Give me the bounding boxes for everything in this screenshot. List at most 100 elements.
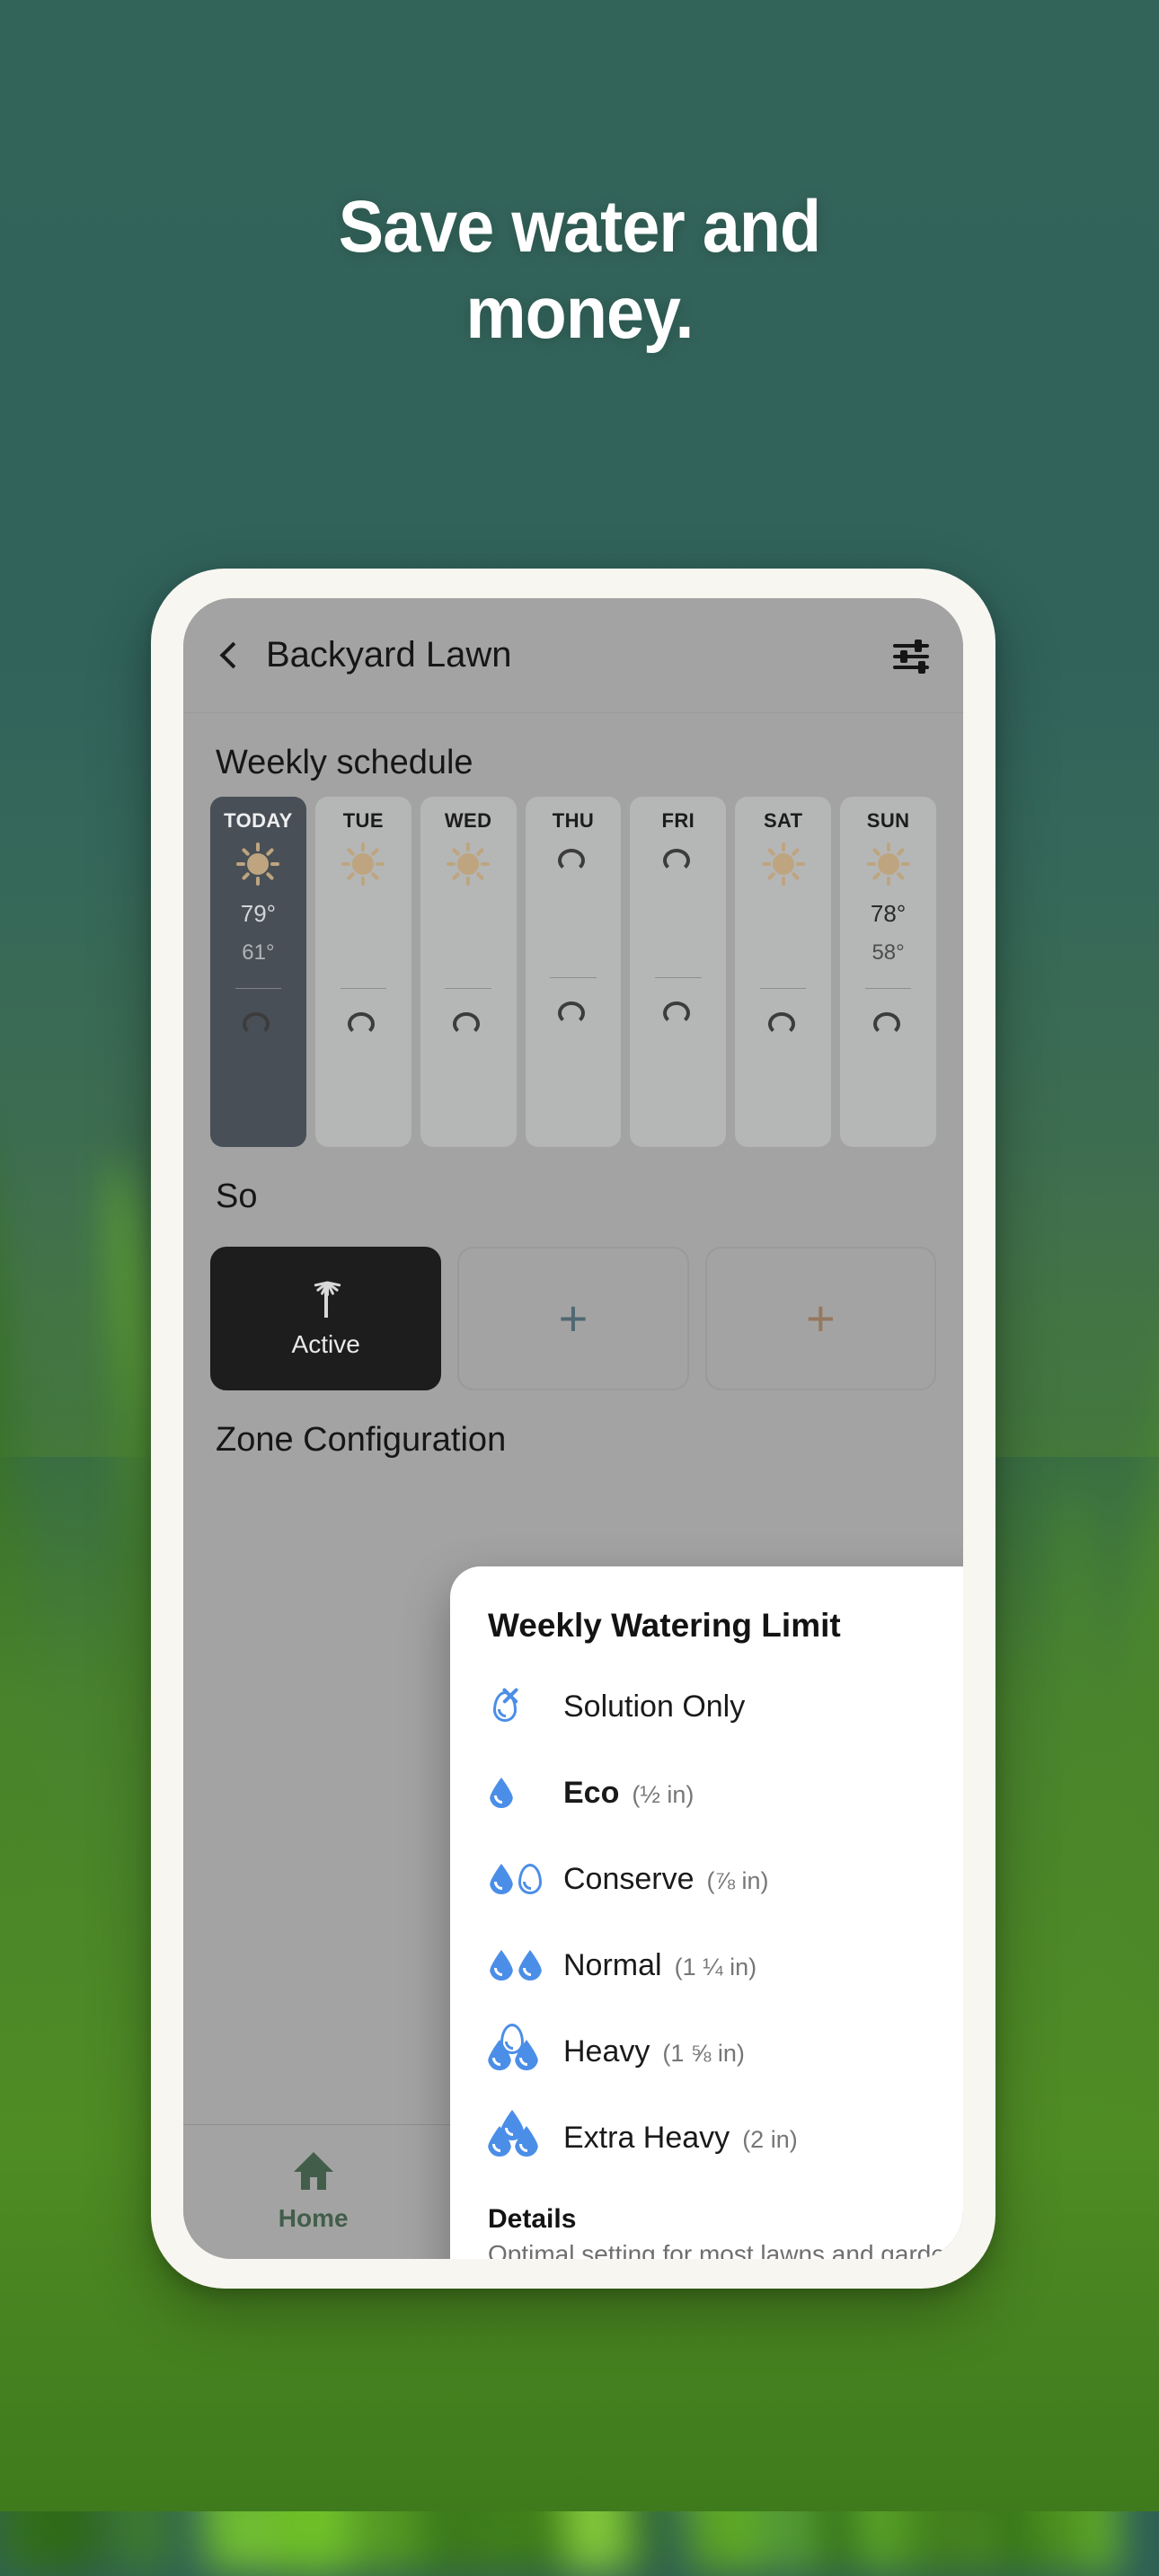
droplet-filled-icon [490, 1864, 513, 1894]
option-text: Extra Heavy (2 in) [563, 2121, 963, 2156]
option-name: Eco [563, 1776, 619, 1811]
nav-item-label: Home [279, 2204, 349, 2233]
day-chip-temps [570, 885, 576, 959]
droplet-icon-group [488, 1851, 556, 1907]
cloud-icon [658, 843, 699, 874]
option-name: Normal [563, 1948, 662, 1983]
details-title: Details [488, 2204, 963, 2235]
day-chip-temps [675, 885, 681, 959]
soil-section-title: So [183, 1147, 963, 1231]
zone-card-row[interactable]: Active + + [183, 1231, 963, 1390]
app-header: Backyard Lawn [183, 598, 963, 713]
droplet-filled-icon [518, 1950, 542, 1981]
watering-limit-option-list[interactable]: Solution Only Eco (½ in) Conserve (⅞ in) Norm… [450, 1654, 963, 2184]
day-chip-row[interactable]: TODAY 79° 61° TUE WED THU FRI SAT SUN 78° 58° [183, 797, 963, 1147]
droplet-icon-group [488, 2024, 556, 2079]
day-chip-label: TODAY [224, 809, 293, 833]
cloud-icon [553, 996, 594, 1027]
day-chip-divider [760, 988, 806, 989]
droplet-filled-icon [515, 2126, 538, 2157]
weekly-schedule-title: Weekly schedule [183, 713, 963, 797]
option-name: Heavy [563, 2034, 650, 2069]
zone-card-label: Active [292, 1330, 360, 1359]
dialog-header: Weekly Watering Limit [450, 1566, 963, 1654]
zone-card-active[interactable]: Active [210, 1247, 441, 1390]
droplet-icon-group [488, 1679, 556, 1734]
day-chip-sun[interactable]: SUN 78° 58° [840, 797, 936, 1147]
droplet-filled-icon [488, 2126, 511, 2157]
day-chip-label: WED [445, 809, 492, 833]
home-icon [294, 2152, 333, 2190]
day-chip-fri[interactable]: FRI [630, 797, 726, 1147]
option-name: Extra Heavy [563, 2121, 730, 2156]
day-chip-divider [655, 977, 701, 978]
option-eco[interactable]: Eco (½ in) [450, 1750, 963, 1836]
option-amount: (1 ¼ in) [675, 1954, 757, 1981]
day-chip-temps [465, 895, 472, 970]
day-chip-today[interactable]: TODAY 79° 61° [210, 797, 306, 1147]
option-heavy[interactable]: Heavy (1 ⅝ in) [450, 2008, 963, 2095]
cloud-icon [658, 996, 699, 1027]
phone-screen: Backyard Lawn Weekly schedule TODAY 79° 61… [183, 598, 963, 2259]
day-chip-label: SAT [764, 809, 803, 833]
sun-icon [237, 843, 279, 885]
day-chip-tue[interactable]: TUE [315, 797, 411, 1147]
day-chip-thu[interactable]: THU [526, 797, 622, 1147]
droplet-outline-icon [493, 1691, 517, 1722]
plus-icon[interactable]: + [806, 1293, 836, 1344]
option-extra-heavy[interactable]: Extra Heavy (2 in) [450, 2095, 963, 2181]
day-chip-divider [341, 988, 386, 989]
option-normal[interactable]: Normal (1 ¼ in) [450, 1922, 963, 2008]
droplet-filled-icon [515, 2040, 538, 2070]
droplet-filled-icon [490, 1778, 513, 1808]
day-chip-temps [780, 895, 786, 970]
headline-line-2: money. [47, 270, 1113, 357]
plus-icon[interactable]: + [559, 1293, 588, 1344]
droplet-icon-group [488, 1765, 556, 1821]
back-icon[interactable] [216, 642, 243, 669]
dialog-title: Weekly Watering Limit [488, 1607, 963, 1645]
marketing-headline: Save water and money. [0, 184, 1159, 357]
day-chip-label: FRI [662, 809, 695, 833]
day-chip-label: THU [553, 809, 594, 833]
day-chip-divider [865, 988, 911, 989]
option-name: Conserve [563, 1862, 695, 1897]
cloud-icon [868, 1007, 909, 1037]
day-chip-divider [235, 988, 281, 989]
phone-device-frame: Backyard Lawn Weekly schedule TODAY 79° 61… [151, 569, 995, 2289]
day-chip-wed[interactable]: WED [420, 797, 517, 1147]
sliders-icon[interactable] [891, 636, 931, 675]
cloud-icon [237, 1007, 279, 1037]
option-conserve[interactable]: Conserve (⅞ in) [450, 1836, 963, 1922]
sun-icon [763, 843, 804, 885]
option-amount: (⅞ in) [707, 1867, 769, 1895]
headline-line-1: Save water and [47, 184, 1113, 270]
option-amount: (2 in) [742, 2126, 798, 2154]
cloud-icon [342, 1007, 384, 1037]
sun-icon [447, 843, 489, 885]
details-text: Optimal setting for most lawns and garde… [488, 2240, 963, 2259]
day-chip-sat[interactable]: SAT [735, 797, 831, 1147]
zone-card-add[interactable]: + [705, 1247, 936, 1390]
cloud-icon [763, 1007, 804, 1037]
droplet-icon-group [488, 1937, 556, 1993]
option-text: Normal (1 ¼ in) [563, 1948, 963, 1983]
day-chip-temps: 79° 61° [241, 895, 276, 970]
option-solution-only[interactable]: Solution Only [450, 1663, 963, 1750]
cloud-icon [447, 1007, 489, 1037]
zone-configuration-title: Zone Configuration [183, 1390, 963, 1474]
page-title: Backyard Lawn [266, 635, 868, 675]
zone-card-add[interactable]: + [457, 1247, 688, 1390]
sun-icon [342, 843, 384, 885]
day-chip-divider [445, 988, 491, 989]
option-amount: (½ in) [632, 1781, 694, 1809]
option-name: Solution Only [563, 1689, 745, 1725]
option-amount: (1 ⅝ in) [662, 2040, 745, 2068]
option-text: Heavy (1 ⅝ in) [563, 2034, 963, 2069]
x-mark-icon [500, 1686, 520, 1706]
droplet-filled-icon [488, 2040, 511, 2070]
details-section: Details Optimal setting for most lawns a… [450, 2184, 963, 2259]
nav-item-home[interactable]: Home [183, 2152, 443, 2233]
droplet-icon-group [488, 2110, 556, 2166]
cloud-icon [553, 843, 594, 874]
